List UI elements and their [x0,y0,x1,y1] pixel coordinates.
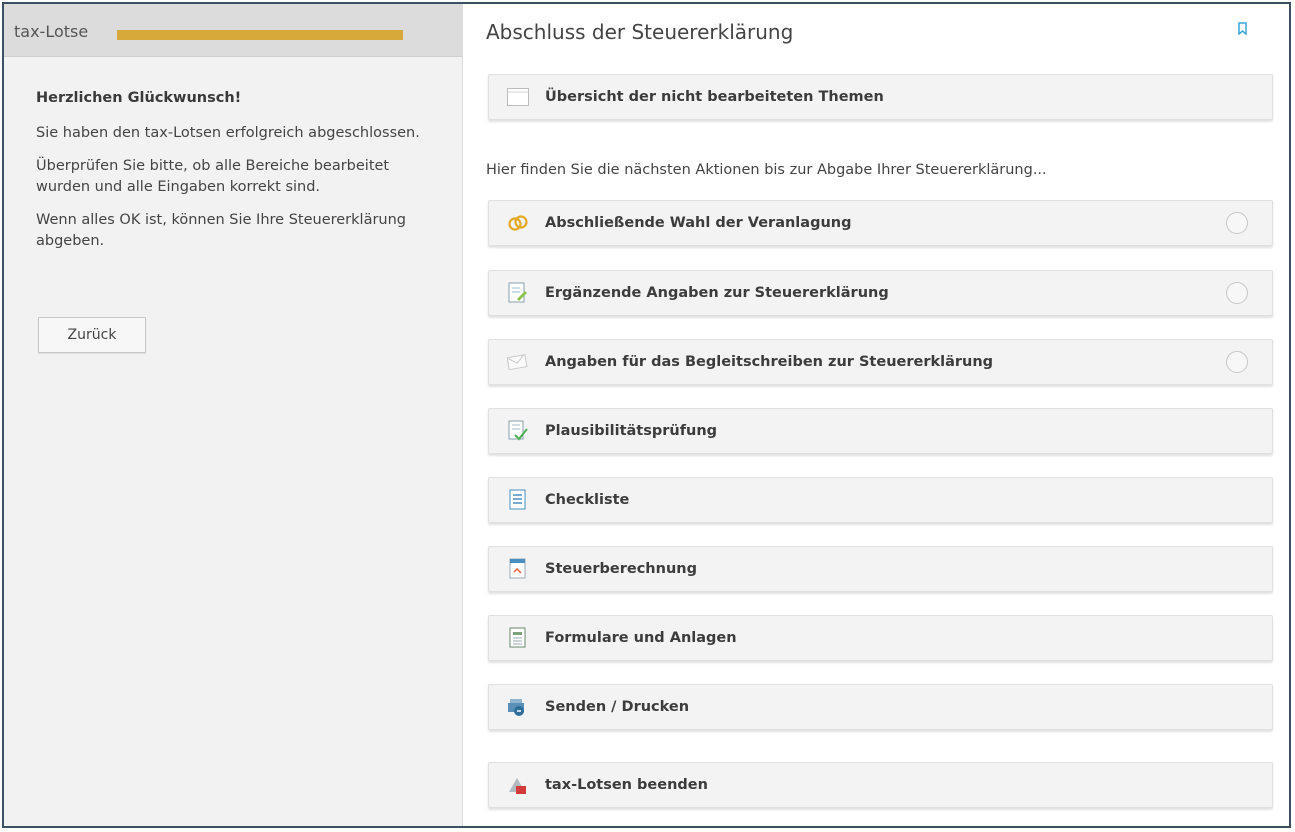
info-text-1: Sie haben den tax-Lotsen erfolgreich abg… [36,125,420,141]
action-senden-drucken[interactable]: Senden / Drucken [488,684,1273,730]
envelope-icon [507,351,529,373]
progress-fill [117,30,403,40]
congrats-heading: Herzlichen Glückwunsch! [36,90,242,106]
info-text-2: Überprüfen Sie bitte, ob alle Bereiche b… [36,158,390,195]
page-title: Abschluss der Steuererklärung [486,20,794,44]
bookmark-icon[interactable] [1238,22,1247,35]
overview-button[interactable]: Übersicht der nicht bearbeiteten Themen [488,74,1273,120]
action-label: Angaben für das Begleitschreiben zur Ste… [545,354,994,370]
status-radio [1226,212,1248,234]
action-ergaenzende-angaben[interactable]: Ergänzende Angaben zur Steuererklärung [488,270,1273,316]
action-label: Abschließende Wahl der Veranlagung [545,215,852,231]
back-button[interactable]: Zurück [38,317,146,353]
action-beenden[interactable]: tax-Lotsen beenden [488,762,1273,808]
action-label: Formulare und Anlagen [545,630,737,646]
left-content: Herzlichen Glückwunsch! Sie haben den ta… [36,88,436,264]
send-print-icon [507,696,529,718]
action-steuerberechnung[interactable]: Steuerberechnung [488,546,1273,592]
window-icon [507,86,529,108]
left-panel: tax-Lotse Herzlichen Glückwunsch! Sie ha… [4,4,463,826]
rings-icon [507,212,529,234]
action-label: Steuerberechnung [545,561,697,577]
right-panel: Abschluss der Steuererklärung Übersicht … [464,4,1289,826]
checklist-icon [507,489,529,511]
action-plausibilitaet[interactable]: Plausibilitätsprüfung [488,408,1273,454]
action-label: tax-Lotsen beenden [545,777,708,793]
calculator-icon [507,558,529,580]
app-window: tax-Lotse Herzlichen Glückwunsch! Sie ha… [2,2,1291,828]
left-header: tax-Lotse [4,4,462,57]
action-begleitschreiben[interactable]: Angaben für das Begleitschreiben zur Ste… [488,339,1273,385]
intro-text: Hier finden Sie die nächsten Aktionen bi… [486,162,1047,178]
action-label: Ergänzende Angaben zur Steuererklärung [545,285,889,301]
action-label: Checkliste [545,492,630,508]
info-text-3: Wenn alles OK ist, können Sie Ihre Steue… [36,212,406,249]
status-radio [1226,351,1248,373]
document-edit-icon [507,282,529,304]
action-veranlagung[interactable]: Abschließende Wahl der Veranlagung [488,200,1273,246]
left-panel-title: tax-Lotse [14,22,89,41]
exit-icon [507,774,529,796]
progress-bar [117,30,403,40]
overview-label: Übersicht der nicht bearbeiteten Themen [545,89,884,105]
action-checkliste[interactable]: Checkliste [488,477,1273,523]
action-label: Senden / Drucken [545,699,690,715]
action-formulare[interactable]: Formulare und Anlagen [488,615,1273,661]
check-document-icon [507,420,529,442]
action-label: Plausibilitätsprüfung [545,423,718,439]
status-radio [1226,282,1248,304]
forms-icon [507,627,529,649]
